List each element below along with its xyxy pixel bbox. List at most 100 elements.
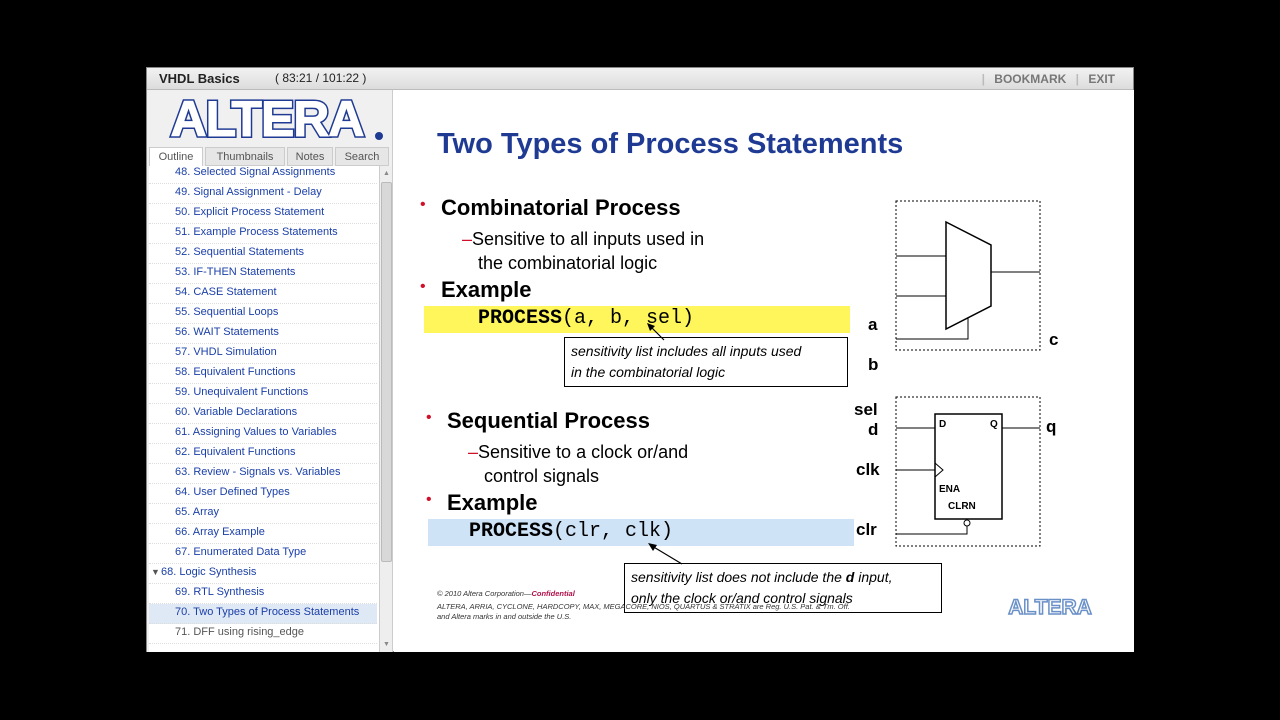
tab-notes[interactable]: Notes (287, 147, 333, 166)
outline-item-label: 56. WAIT Statements (175, 326, 279, 338)
comb-example-label: Example (441, 277, 532, 302)
outline-item[interactable]: 59. Unequivalent Functions (149, 384, 377, 404)
outline-item-label: 53. IF-THEN Statements (175, 266, 296, 278)
outline-item[interactable]: 48. Selected Signal Assignments (149, 166, 377, 184)
outline-item-label: 48. Selected Signal Assignments (175, 166, 336, 178)
outline-item[interactable]: 51. Example Process Statements (149, 224, 377, 244)
outline-item[interactable]: 71. DFF using rising_edge (149, 624, 377, 644)
outline-item[interactable]: 57. VHDL Simulation (149, 344, 377, 364)
outline-list: 48. Selected Signal Assignments 49. Signa… (149, 166, 379, 652)
callout-line: sensitivity list includes all inputs use… (571, 343, 802, 359)
outline-item[interactable]: 55. Sequential Loops (149, 304, 377, 324)
outline-item-label: 49. Signal Assignment - Delay (175, 186, 322, 198)
outline-item-label: 71. DFF using rising_edge (175, 626, 305, 638)
label-b: b (868, 355, 879, 374)
footer-trademark: ALTERA, ARRIA, CYCLONE, HARDCOPY, MAX, M… (437, 602, 850, 611)
dff-pin-q: Q (990, 419, 998, 430)
outline-item[interactable]: ▼ 68. Logic Synthesis (149, 564, 377, 584)
code-args: (a, b, sel) (562, 307, 695, 330)
bookmark-button[interactable]: BOOKMARK (994, 72, 1066, 86)
label-a: a (868, 315, 878, 334)
scroll-down-icon[interactable]: ▼ (381, 638, 392, 651)
code-keyword: PROCESS (469, 520, 554, 543)
expand-icon[interactable]: ▼ (151, 564, 160, 580)
outline-item-label: 63. Review - Signals vs. Variables (175, 466, 341, 478)
outline-item[interactable]: 60. Variable Declarations (149, 404, 377, 424)
callout-line: in the combinatorial logic (571, 364, 726, 380)
footer-trademark-2: and Altera marks in and outside the U.S. (437, 612, 572, 621)
code-args: (clr, clk) (553, 520, 674, 543)
bullet-icon: • (426, 491, 432, 508)
label-clr: clr (856, 520, 877, 539)
footer-altera-logo: ALTERA (1007, 595, 1092, 617)
outline-item[interactable]: 49. Signal Assignment - Delay (149, 184, 377, 204)
outline-item[interactable]: 65. Array (149, 504, 377, 524)
bullet-icon: • (420, 196, 426, 213)
outline-item[interactable]: 53. IF-THEN Statements (149, 264, 377, 284)
tab-outline[interactable]: Outline (149, 147, 203, 166)
tab-thumbnails[interactable]: Thumbnails (205, 147, 285, 166)
footer-copyright: © 2010 Altera Corporation—Confidential (437, 589, 575, 598)
outline-item-label: 62. Equivalent Functions (175, 446, 296, 458)
svg-text:ALTERA: ALTERA (170, 92, 363, 142)
dff-pin-ena: ENA (939, 484, 961, 495)
outline-item[interactable]: 56. WAIT Statements (149, 324, 377, 344)
altera-logo: ALTERA ALTERA (168, 92, 383, 142)
outline-item[interactable]: 69. RTL Synthesis (149, 584, 377, 604)
dff-pin-clrn: CLRN (948, 501, 976, 512)
outline-item[interactable]: 70. Two Types of Process Statements (149, 604, 377, 624)
outline-item-label: 61. Assigning Values to Variables (175, 426, 337, 438)
dash-icon: – (468, 442, 479, 462)
outline-item[interactable]: 50. Explicit Process Statement (149, 204, 377, 224)
comb-callout: sensitivity list includes all inputs use… (564, 337, 848, 387)
outline-item[interactable]: 67. Enumerated Data Type (149, 544, 377, 564)
outline-item[interactable]: 61. Assigning Values to Variables (149, 424, 377, 444)
outline-item-label: 60. Variable Declarations (175, 406, 298, 418)
outline-item-label: 58. Equivalent Functions (175, 366, 296, 378)
outline-item-label: 57. VHDL Simulation (175, 346, 277, 358)
label-clk: clk (856, 460, 880, 479)
outline-item-label: 59. Unequivalent Functions (175, 386, 309, 398)
scroll-up-icon[interactable]: ▲ (381, 167, 392, 180)
tab-search[interactable]: Search (335, 147, 389, 166)
dff-diagram (895, 396, 1041, 547)
seq-sub1: Sensitive to a clock or/and (478, 442, 689, 462)
seq-example-label: Example (447, 490, 538, 515)
callout-arrow-icon (648, 543, 683, 565)
comb-heading: Combinatorial Process (441, 195, 681, 220)
outline-item-label: 51. Example Process Statements (175, 226, 338, 238)
outline-item[interactable]: 62. Equivalent Functions (149, 444, 377, 464)
dff-pin-d: D (939, 419, 947, 430)
outline-item[interactable]: 58. Equivalent Functions (149, 364, 377, 384)
outline-item[interactable]: 66. Array Example (149, 524, 377, 544)
slide: Two Types of Process Statements • Combin… (394, 90, 1134, 652)
scrollbar[interactable]: ▲ ▼ (379, 166, 392, 652)
exit-button[interactable]: EXIT (1088, 72, 1115, 86)
seq-heading: Sequential Process (447, 408, 650, 433)
course-title: VHDL Basics (159, 71, 240, 86)
callout-line: sensitivity list does not include the d … (631, 569, 893, 585)
outline-item-label: 67. Enumerated Data Type (175, 546, 307, 558)
outline-item-label: 68. Logic Synthesis (161, 566, 257, 578)
title-bar: VHDL Basics ( 83:21 / 101:22 ) | BOOKMAR… (147, 68, 1133, 90)
outline-item-label: 70. Two Types of Process Statements (175, 606, 360, 618)
scroll-thumb[interactable] (381, 182, 392, 562)
label-q: q (1046, 417, 1057, 436)
playback-time: ( 83:21 / 101:22 ) (275, 71, 367, 85)
comb-sub2: the combinatorial logic (478, 253, 658, 273)
player-window: VHDL Basics ( 83:21 / 101:22 ) | BOOKMAR… (146, 67, 1134, 652)
outline-item[interactable]: 52. Sequential Statements (149, 244, 377, 264)
outline-item-label: 54. CASE Statement (175, 286, 277, 298)
outline-item-label: 50. Explicit Process Statement (175, 206, 325, 218)
sidebar: ALTERA ALTERA Outline Thumbnails Notes S… (147, 90, 393, 652)
outline-item[interactable]: 54. CASE Statement (149, 284, 377, 304)
outline-item-label: 52. Sequential Statements (175, 246, 305, 258)
bullet-icon: • (426, 409, 432, 426)
outline-item-label: 66. Array Example (175, 526, 265, 538)
label-d: d (868, 420, 879, 439)
outline-item[interactable]: 64. User Defined Types (149, 484, 377, 504)
comb-sub1: Sensitive to all inputs used in (472, 229, 705, 249)
dash-icon: – (462, 229, 473, 249)
code-keyword: PROCESS (478, 307, 563, 330)
outline-item[interactable]: 63. Review - Signals vs. Variables (149, 464, 377, 484)
